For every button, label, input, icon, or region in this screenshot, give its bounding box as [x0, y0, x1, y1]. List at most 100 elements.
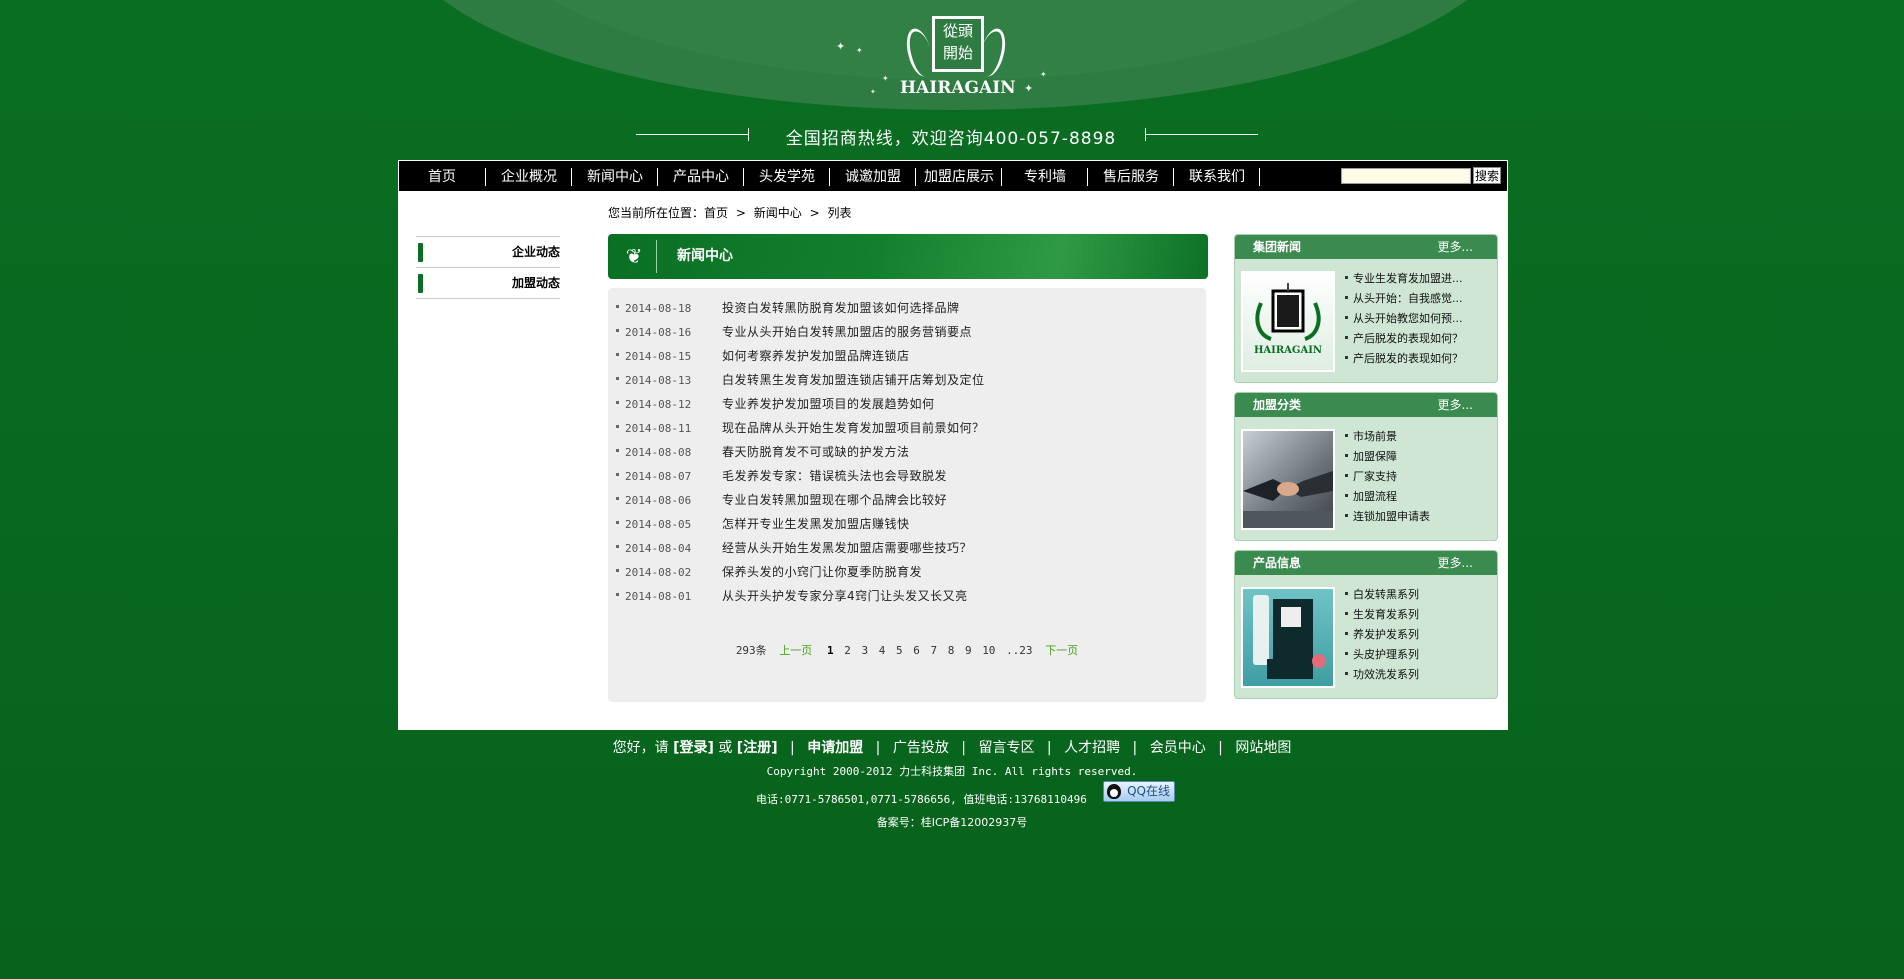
- news-title-link[interactable]: 怎样开专业生发黑发加盟店赚钱快: [722, 517, 910, 531]
- qq-online-button[interactable]: QQ在线: [1103, 781, 1175, 802]
- list-item[interactable]: 2014-08-01 从头开头护发专家分享4窍门让头发又长又亮: [616, 584, 968, 608]
- list-item[interactable]: 产后脱发的表现如何？: [1345, 329, 1463, 349]
- news-date: 2014-08-16: [625, 326, 692, 339]
- nav-item-news[interactable]: 新闻中心: [573, 161, 657, 193]
- qq-label: QQ在线: [1127, 784, 1170, 798]
- page-link[interactable]: 8: [948, 644, 955, 657]
- list-item[interactable]: 2014-08-13 白发转黑生发育发加盟连锁店铺开店筹划及定位: [616, 368, 985, 392]
- list-item[interactable]: 产后脱发的表现如何？: [1345, 349, 1463, 369]
- list-item[interactable]: 白发转黑系列: [1345, 585, 1419, 605]
- register-link[interactable]: [注册]: [737, 740, 778, 756]
- sidebar-marker: [418, 243, 423, 262]
- news-title-link[interactable]: 从头开头护发专家分享4窍门让头发又长又亮: [722, 589, 968, 603]
- news-title-link[interactable]: 专业白发转黑加盟现在哪个品牌会比较好: [722, 493, 947, 507]
- footer-link-members[interactable]: 会员中心: [1150, 740, 1206, 756]
- prev-page-link[interactable]: 上一页: [779, 644, 812, 657]
- sparkle-icon: ✦: [870, 88, 876, 96]
- search-button[interactable]: 搜索: [1473, 167, 1501, 184]
- page-link[interactable]: 7: [930, 644, 937, 657]
- main-nav: 首页 企业概况 新闻中心 产品中心 头发学苑 诚邀加盟 加盟店展示 专利墙 售后…: [398, 160, 1508, 192]
- panel-group-news: 集团新闻 更多... HAIRAGAIN 专业生发育发加盟进... 从头开始：自…: [1234, 234, 1498, 383]
- news-title-link[interactable]: 春天防脱育发不可或缺的护发方法: [722, 445, 910, 459]
- list-item[interactable]: 加盟保障: [1345, 447, 1430, 467]
- list-item[interactable]: 2014-08-15 如何考察养发护发加盟品牌连锁店: [616, 344, 910, 368]
- search-input[interactable]: [1341, 168, 1471, 184]
- nav-item-service[interactable]: 售后服务: [1089, 161, 1173, 193]
- breadcrumb-news[interactable]: 新闻中心: [754, 206, 802, 220]
- nav-item-academy[interactable]: 头发学苑: [745, 161, 829, 193]
- list-item[interactable]: 2014-08-05 怎样开专业生发黑发加盟店赚钱快: [616, 512, 910, 536]
- hotline-text: 全国招商热线，欢迎咨询400-057-8898: [785, 129, 1117, 149]
- nav-item-about[interactable]: 企业概况: [487, 161, 571, 193]
- page-link[interactable]: 2: [844, 644, 851, 657]
- list-item[interactable]: 从头开始教您如何预...: [1345, 309, 1463, 329]
- footer-link-apply[interactable]: 申请加盟: [807, 740, 863, 756]
- nav-item-home[interactable]: 首页: [403, 161, 481, 193]
- page-link[interactable]: 3: [861, 644, 868, 657]
- page-link[interactable]: 6: [913, 644, 920, 657]
- list-item[interactable]: 2014-08-02 保养头发的小窍门让你夏季防脱育发: [616, 560, 922, 584]
- panel-title: 加盟分类: [1253, 398, 1302, 412]
- next-page-link[interactable]: 下一页: [1045, 644, 1078, 657]
- page-link[interactable]: ..23: [1006, 644, 1033, 657]
- news-title-link[interactable]: 现在品牌从头开始生发育发加盟项目前景如何？: [722, 421, 985, 435]
- sparkle-icon: ✦: [1040, 70, 1047, 79]
- page-link[interactable]: 4: [879, 644, 886, 657]
- page-link[interactable]: 10: [982, 644, 995, 657]
- panel-thumbnail-handshake: [1241, 429, 1335, 530]
- footer-link-jobs[interactable]: 人才招聘: [1064, 740, 1120, 756]
- news-title-link[interactable]: 经营从头开始生发黑发加盟店需要哪些技巧？: [722, 541, 972, 555]
- login-link[interactable]: [登录]: [673, 740, 714, 756]
- list-item[interactable]: 从头开始：自我感觉...: [1345, 289, 1463, 309]
- footer-link-message[interactable]: 留言专区: [978, 740, 1034, 756]
- list-item[interactable]: 2014-08-16 专业从头开始白发转黑加盟店的服务营销要点: [616, 320, 972, 344]
- list-item[interactable]: 养发护发系列: [1345, 625, 1419, 645]
- nav-item-patents[interactable]: 专利墙: [1003, 161, 1087, 193]
- list-item[interactable]: 2014-08-04 经营从头开始生发黑发加盟店需要哪些技巧？: [616, 536, 972, 560]
- handshake-icon: [1243, 471, 1333, 528]
- list-item[interactable]: 2014-08-18 投资白发转黑防脱育发加盟该如何选择品牌: [616, 296, 960, 320]
- news-title-link[interactable]: 白发转黑生发育发加盟连锁店铺开店筹划及定位: [722, 373, 985, 387]
- divider: |: [1046, 740, 1052, 756]
- bullet: [616, 449, 619, 452]
- sidebar-item-company-news[interactable]: 企业动态: [416, 236, 560, 267]
- list-item[interactable]: 2014-08-12 专业养发护发加盟项目的发展趋势如何: [616, 392, 935, 416]
- news-title-link[interactable]: 保养头发的小窍门让你夏季防脱育发: [722, 565, 922, 579]
- list-item[interactable]: 2014-08-08 春天防脱育发不可或缺的护发方法: [616, 440, 910, 464]
- list-item[interactable]: 市场前景: [1345, 427, 1430, 447]
- list-item[interactable]: 头皮护理系列: [1345, 645, 1419, 665]
- nav-item-contact[interactable]: 联系我们: [1175, 161, 1259, 193]
- page-link[interactable]: 9: [965, 644, 972, 657]
- list-item[interactable]: 功效洗发系列: [1345, 665, 1419, 685]
- more-link[interactable]: 更多...: [1438, 551, 1473, 575]
- divider: |: [1132, 740, 1138, 756]
- site-logo[interactable]: 從頭開始 HAIRAGAIN: [900, 6, 1016, 102]
- list-item[interactable]: 生发育发系列: [1345, 605, 1419, 625]
- page-link[interactable]: 1: [827, 644, 834, 657]
- breadcrumb-home[interactable]: 首页: [704, 206, 728, 220]
- news-title-link[interactable]: 专业从头开始白发转黑加盟店的服务营销要点: [722, 325, 972, 339]
- news-title-link[interactable]: 专业养发护发加盟项目的发展趋势如何: [722, 397, 935, 411]
- more-link[interactable]: 更多...: [1438, 393, 1473, 417]
- breadcrumb-list: 列表: [827, 206, 852, 220]
- list-item[interactable]: 加盟流程: [1345, 487, 1430, 507]
- list-item[interactable]: 2014-08-07 毛发养发专家：错误梳头法也会导致脱发: [616, 464, 947, 488]
- nav-item-franchise[interactable]: 诚邀加盟: [831, 161, 915, 193]
- footer-link-sitemap[interactable]: 网站地图: [1235, 740, 1291, 756]
- news-title-link[interactable]: 毛发养发专家：错误梳头法也会导致脱发: [722, 469, 947, 483]
- more-link[interactable]: 更多...: [1438, 235, 1473, 259]
- sidebar-item-franchise-news[interactable]: 加盟动态: [416, 267, 560, 299]
- list-item[interactable]: 2014-08-11 现在品牌从头开始生发育发加盟项目前景如何？: [616, 416, 985, 440]
- bullet: [616, 593, 619, 596]
- nav-item-products[interactable]: 产品中心: [659, 161, 743, 193]
- footer-link-ads[interactable]: 广告投放: [893, 740, 949, 756]
- list-item[interactable]: 连锁加盟申请表: [1345, 507, 1430, 527]
- news-title-link[interactable]: 投资白发转黑防脱育发加盟该如何选择品牌: [722, 301, 960, 315]
- list-item[interactable]: 专业生发育发加盟进...: [1345, 269, 1463, 289]
- news-date: 2014-08-18: [625, 302, 692, 315]
- list-item[interactable]: 厂家支持: [1345, 467, 1430, 487]
- page-link[interactable]: 5: [896, 644, 903, 657]
- news-title-link[interactable]: 如何考察养发护发加盟品牌连锁店: [722, 349, 910, 363]
- nav-item-stores[interactable]: 加盟店展示: [917, 161, 1001, 193]
- list-item[interactable]: 2014-08-06 专业白发转黑加盟现在哪个品牌会比较好: [616, 488, 947, 512]
